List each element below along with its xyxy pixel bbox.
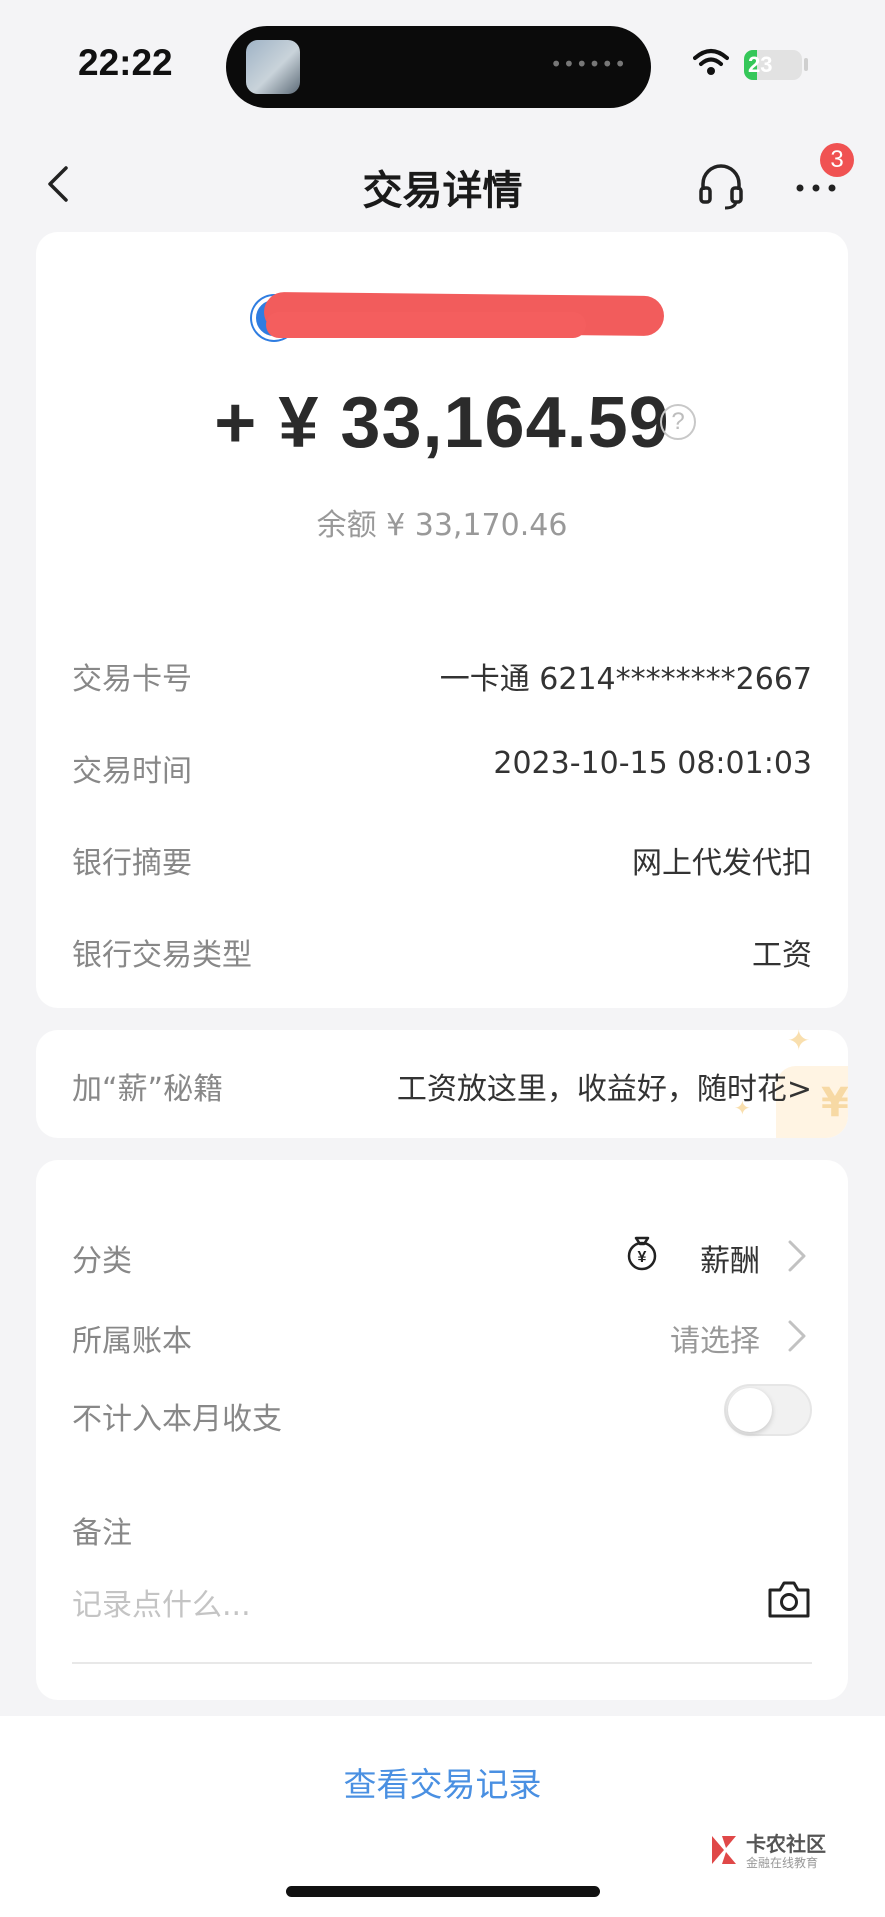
chevron-right-icon [788,1240,806,1272]
battery-icon: 23 [744,50,802,80]
dynamic-island[interactable]: •••••• [226,26,651,108]
kanong-logo-icon [712,1836,736,1864]
headset-icon[interactable] [695,160,747,212]
detail-row-time: 交易时间 2023-10-15 08:01:03 [72,736,812,796]
detail-label: 银行摘要 [72,846,192,881]
category-label: 分类 [72,1244,132,1279]
detail-label: 交易时间 [72,754,192,789]
coin-icon: ¥ [821,1080,848,1126]
transaction-settings-card: 分类 ¥ 薪酬 所属账本 请选择 不计入本月收支 备注 [36,1160,848,1700]
money-bag-icon: ¥ [627,1236,657,1271]
detail-value: 一卡通 6214********2667 [439,662,812,697]
battery-level: 23 [748,52,773,77]
view-transactions-link[interactable]: 查看交易记录 [0,1758,885,1806]
detail-value: 网上代发代扣 [632,846,812,881]
battery-cap [804,58,808,71]
detail-label: 交易卡号 [72,662,192,697]
page-title: 交易详情 [362,168,523,214]
account-book-row[interactable]: 所属账本 请选择 [72,1306,812,1366]
account-book-label: 所属账本 [72,1324,192,1359]
detail-row-summary: 银行摘要 网上代发代扣 [72,828,812,888]
account-book-value: 请选择 [670,1324,760,1359]
note-divider [72,1662,812,1664]
toggle-knob [728,1388,772,1432]
watermark-subtitle: 金融在线教育 [746,1856,819,1870]
status-time: 22:22 [78,42,173,83]
notification-badge: 3 [820,143,854,177]
exclude-month-row: 不计入本月收支 [72,1384,812,1444]
detail-value: 工资 [752,938,812,973]
watermark-title: 卡农社区 [746,1832,826,1856]
salary-tip-card[interactable]: ¥ 加“薪”秘籍 工资放这里，收益好，随时花> [36,1030,848,1138]
balance-text: 余额 ¥ 33,170.46 [316,508,568,543]
exclude-month-label: 不计入本月收支 [72,1402,282,1437]
sparkle-icon: ✦ [787,1024,811,1057]
help-icon[interactable]: ? [660,404,696,440]
category-row[interactable]: 分类 ¥ 薪酬 [72,1226,812,1286]
watermark: 卡农社区 金融在线教育 [706,1828,836,1876]
tip-label: 加“薪”秘籍 [72,1072,224,1107]
category-value: 薪酬 [700,1244,760,1279]
camera-icon[interactable] [766,1578,812,1620]
now-playing-artwork[interactable] [246,40,300,94]
transaction-card: + ¥ 33,164.59 ? 余额 ¥ 33,170.46 交易卡号 一卡通 … [36,232,848,1008]
note-input[interactable] [72,1580,762,1630]
detail-label: 银行交易类型 [72,938,252,973]
wifi-icon [693,49,729,75]
nav-bar: 交易详情 [0,140,885,230]
exclude-month-toggle[interactable] [724,1384,812,1436]
status-bar: 22:22 •••••• 23 [0,0,885,120]
detail-row-type: 银行交易类型 工资 [72,920,812,980]
sparkle-icon: ✦ [734,1096,751,1120]
detail-row-card-number: 交易卡号 一卡通 6214********2667 [72,644,812,704]
svg-text:¥: ¥ [638,1249,647,1266]
audio-indicator-icon: •••••• [550,52,627,76]
home-indicator[interactable] [286,1886,600,1897]
transaction-amount: + ¥ 33,164.59 [214,383,670,463]
redacted-account-name-overlay [266,312,586,338]
detail-value: 2023-10-15 08:01:03 [493,746,812,781]
note-label: 备注 [72,1516,132,1551]
chevron-right-icon [788,1320,806,1352]
